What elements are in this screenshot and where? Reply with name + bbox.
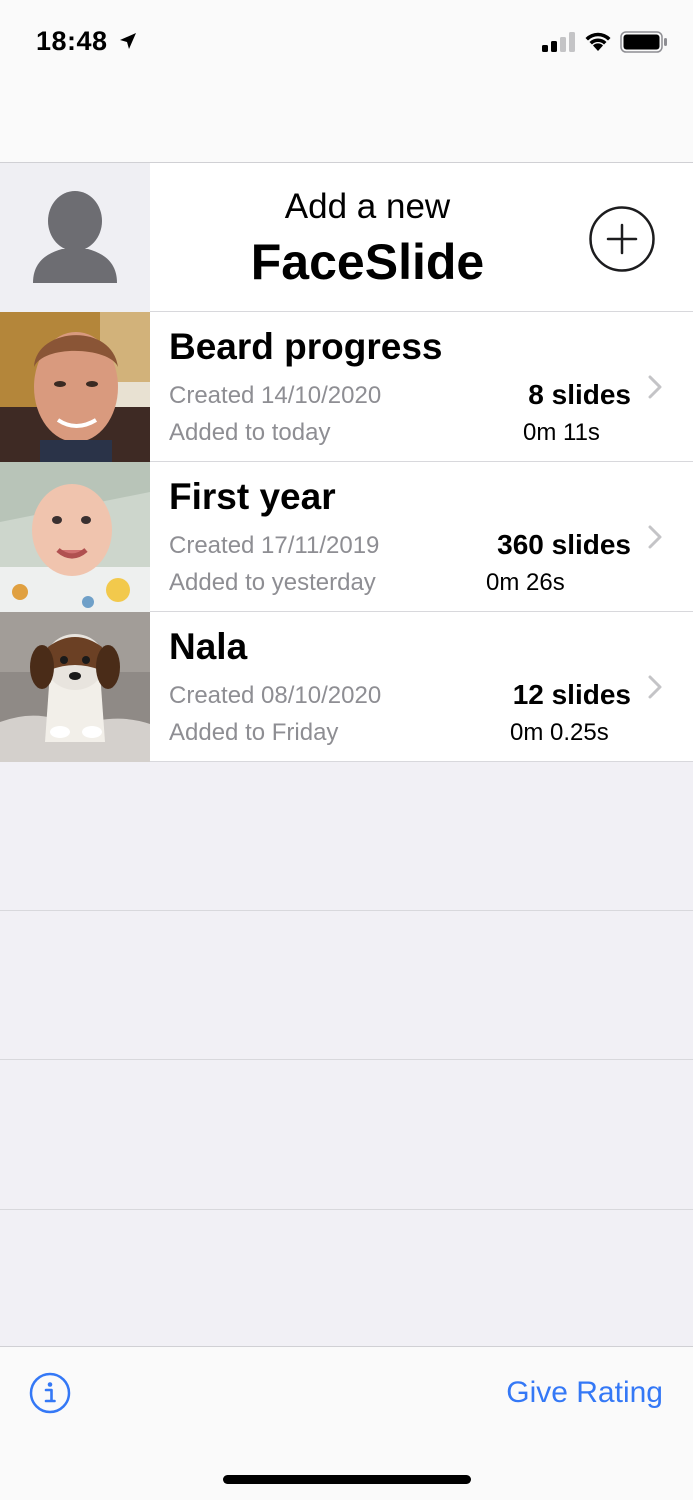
row-created-date: Created 08/10/2020 (169, 682, 382, 709)
man-face-photo (0, 312, 150, 462)
row-added-date: Added to yesterday (169, 569, 376, 596)
row-title: First year (169, 476, 336, 517)
empty-row-divider (0, 1209, 693, 1210)
chevron-right-icon (648, 525, 662, 549)
avatar-placeholder (0, 163, 150, 312)
info-circle-icon[interactable] (29, 1372, 71, 1414)
faceslide-label: FaceSlide (250, 234, 485, 290)
give-rating-button[interactable]: Give Rating (506, 1376, 663, 1410)
navigation-bar (0, 90, 693, 163)
row-title: Beard progress (169, 326, 443, 367)
row-created-date: Created 17/11/2019 (169, 532, 380, 559)
battery-icon (620, 31, 667, 53)
location-arrow-icon (120, 33, 136, 49)
add-new-label: Add a new (284, 187, 451, 226)
chevron-right-icon (648, 675, 662, 699)
row-slide-count: 8 slides (528, 379, 631, 410)
row-created-date: Created 14/10/2020 (169, 382, 382, 409)
row-duration: 0m 0.25s (510, 719, 609, 746)
person-placeholder-icon (33, 191, 117, 283)
empty-row-divider (0, 1059, 693, 1060)
list-item[interactable]: First year Created 17/11/2019 Added to y… (0, 462, 693, 612)
beagle-puppy-photo (0, 612, 150, 762)
plus-circle-icon[interactable] (588, 205, 656, 273)
row-slide-count: 12 slides (512, 679, 631, 710)
empty-row-divider (0, 910, 693, 911)
list-item[interactable]: Beard progress Created 14/10/2020 Added … (0, 312, 693, 462)
row-title: Nala (169, 626, 248, 667)
chevron-right-icon (648, 375, 662, 399)
row-duration: 0m 26s (486, 569, 565, 596)
row-added-date: Added to Friday (169, 719, 339, 746)
row-duration: 0m 11s (523, 419, 600, 446)
bottom-toolbar: Give Rating (0, 1346, 693, 1500)
status-time: 18:48 (36, 26, 108, 56)
home-indicator (223, 1475, 471, 1484)
cellular-signal-icon (542, 32, 575, 52)
list-item[interactable]: Nala Created 08/10/2020 Added to Friday … (0, 612, 693, 762)
row-added-date: Added to today (169, 419, 331, 446)
row-slide-count: 360 slides (497, 529, 631, 560)
baby-face-photo (0, 462, 150, 612)
wifi-icon (585, 32, 611, 51)
status-bar: 18:48 (0, 0, 693, 90)
add-new-faceslide-row[interactable]: Add a new FaceSlide (0, 163, 693, 312)
